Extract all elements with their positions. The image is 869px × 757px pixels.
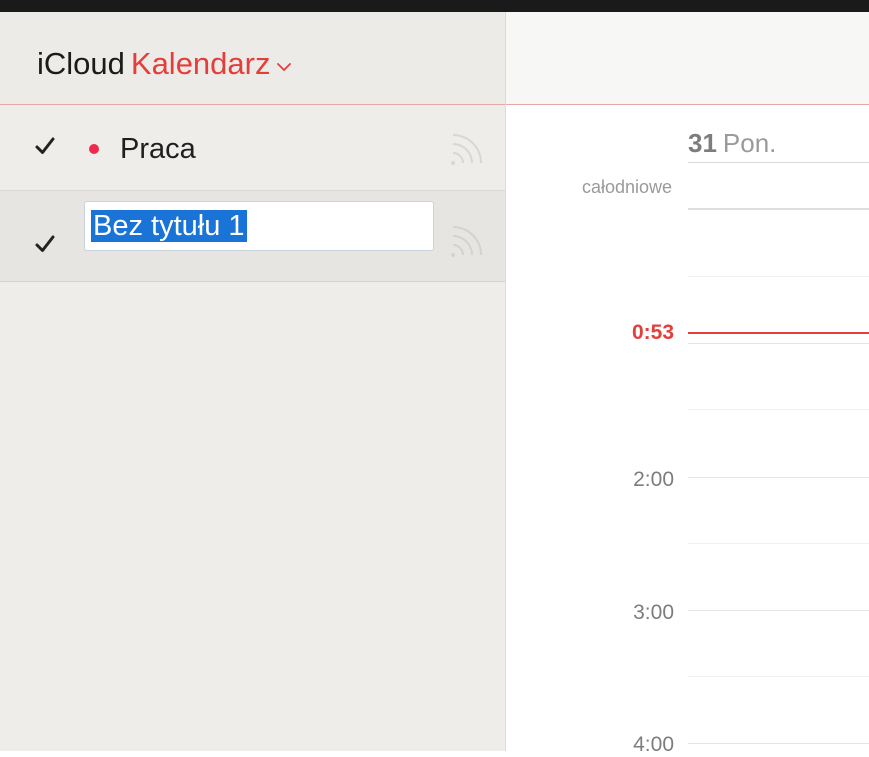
share-icon[interactable] bbox=[447, 127, 489, 169]
hour-gridline bbox=[688, 610, 869, 611]
current-time-label: 0:53 bbox=[631, 321, 674, 344]
half-hour-gridline bbox=[688, 543, 869, 544]
sidebar-header: iCloud Kalendarz bbox=[0, 12, 505, 105]
hour-gridline bbox=[688, 276, 869, 277]
hour-gridline bbox=[688, 477, 869, 478]
calendar-label[interactable]: Praca bbox=[120, 131, 196, 167]
day-view: 31 Pon. całodniowe 0:53 2:00 3:00 4:00 bbox=[506, 12, 869, 756]
day-header[interactable]: 31 Pon. bbox=[688, 128, 776, 159]
all-day-label: całodniowe bbox=[581, 177, 672, 197]
all-day-divider bbox=[688, 208, 869, 210]
window-top-bar bbox=[0, 0, 869, 12]
calendar-color-dot bbox=[89, 144, 99, 154]
chevron-down-icon[interactable] bbox=[276, 42, 292, 82]
app-title[interactable]: iCloud Kalendarz bbox=[37, 44, 292, 86]
selected-text: Bez tytułu 1 bbox=[91, 210, 247, 242]
hour-gridline bbox=[688, 743, 869, 744]
calendar-list-item-selected[interactable]: Bez tytułu 1 bbox=[0, 191, 505, 282]
brand-label: iCloud bbox=[37, 46, 125, 81]
checkmark-icon[interactable] bbox=[34, 233, 56, 255]
calendar-list-item[interactable]: Praca bbox=[0, 105, 505, 191]
share-icon[interactable] bbox=[447, 219, 489, 261]
day-header-divider bbox=[688, 162, 869, 163]
hour-label: 2:00 bbox=[633, 468, 674, 491]
hour-label: 4:00 bbox=[633, 733, 674, 756]
day-name: Pon. bbox=[722, 128, 777, 158]
day-number: 31 bbox=[688, 128, 717, 158]
hour-label: 3:00 bbox=[633, 601, 674, 624]
checkmark-icon[interactable] bbox=[34, 135, 56, 157]
app-switcher-label[interactable]: Kalendarz bbox=[131, 46, 271, 81]
calendar-name-input[interactable]: Bez tytułu 1 bbox=[84, 201, 434, 251]
half-hour-gridline bbox=[688, 409, 869, 410]
main-toolbar bbox=[506, 12, 869, 105]
current-time-line bbox=[688, 332, 869, 334]
hour-gridline bbox=[688, 343, 869, 344]
sidebar: iCloud Kalendarz Praca Bez tytułu 1 bbox=[0, 12, 506, 751]
half-hour-gridline bbox=[688, 676, 869, 677]
